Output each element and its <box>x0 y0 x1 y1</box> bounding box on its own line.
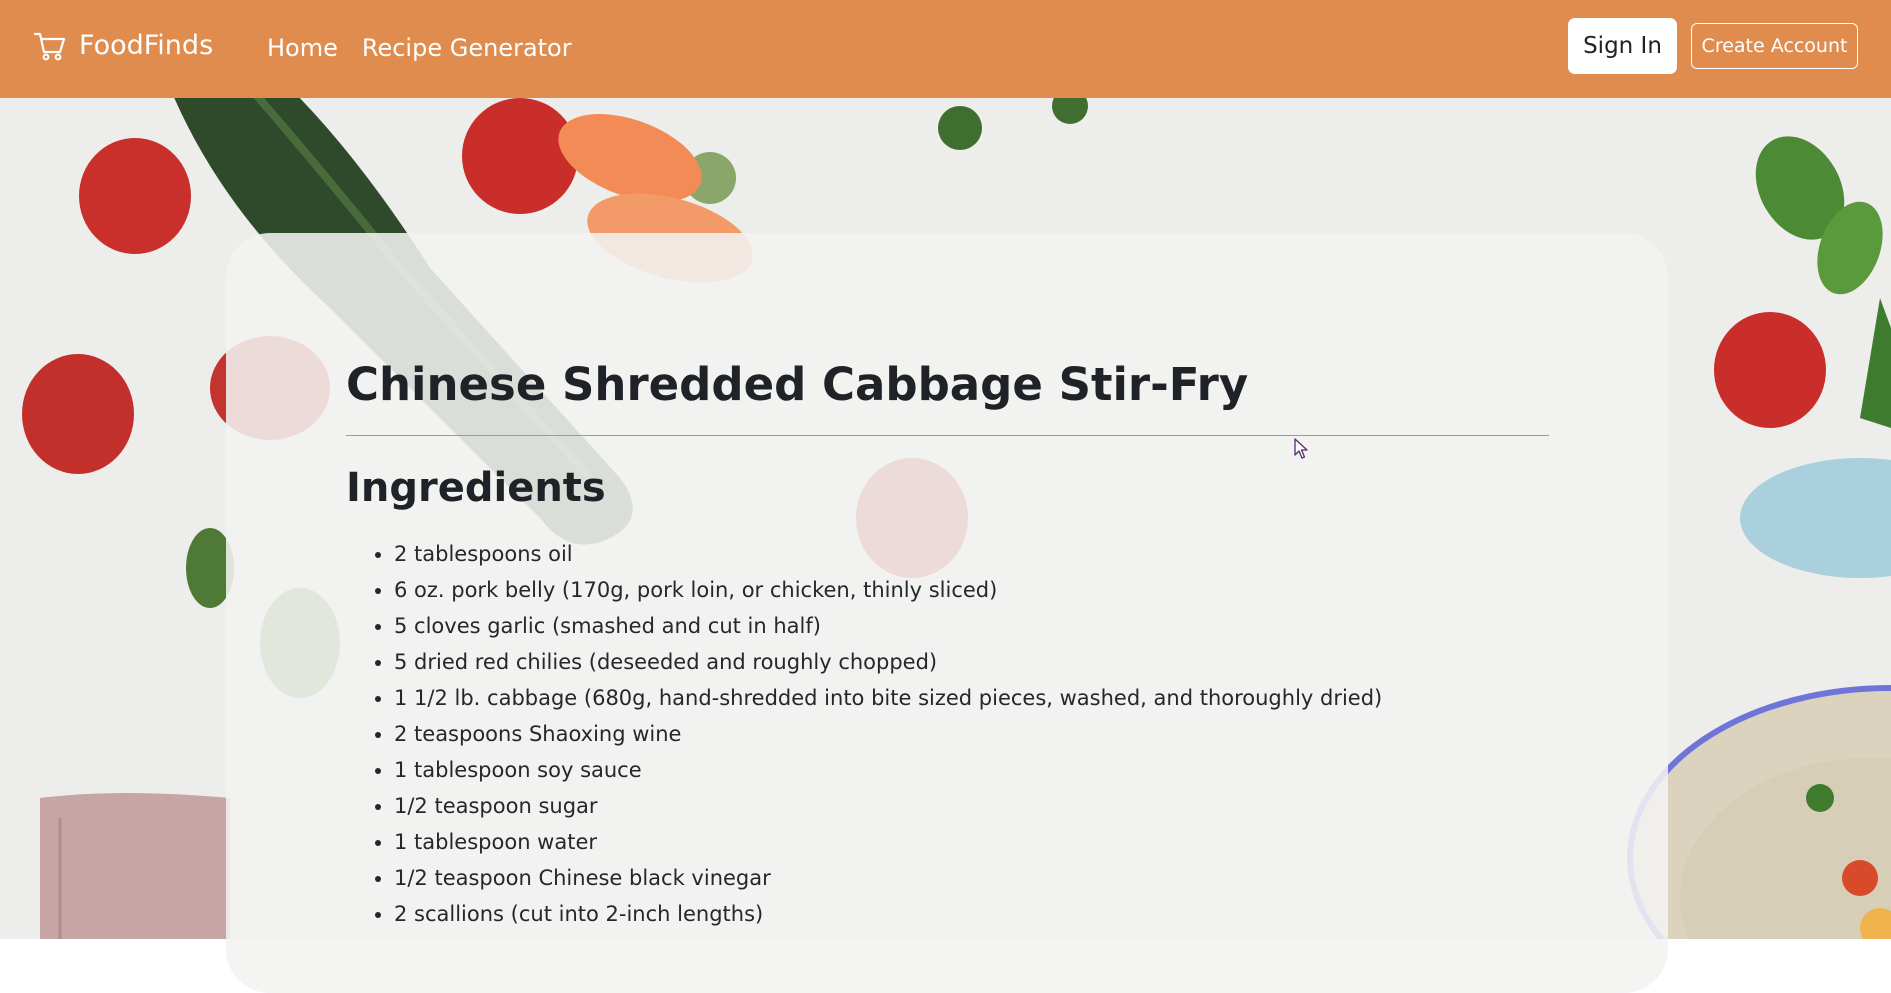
ingredient-item: 1/2 teaspoon Chinese black vinegar <box>394 860 1382 896</box>
ingredient-item: 2 tablespoons oil <box>394 536 1382 572</box>
mouse-pointer-icon <box>1294 438 1308 459</box>
nav-links: Home Recipe Generator <box>267 32 572 64</box>
ingredient-item: 1/2 teaspoon sugar <box>394 788 1382 824</box>
ingredient-item: 5 dried red chilies (deseeded and roughl… <box>394 644 1382 680</box>
ingredient-item: 6 oz. pork belly (170g, pork loin, or ch… <box>394 572 1382 608</box>
title-divider <box>346 435 1549 436</box>
brand-link[interactable]: FoodFinds <box>33 28 213 64</box>
sign-in-button[interactable]: Sign In <box>1568 18 1677 74</box>
ingredient-item: 1 tablespoon water <box>394 824 1382 860</box>
create-account-button[interactable]: Create Account <box>1691 23 1858 69</box>
ingredients-list: 2 tablespoons oil 6 oz. pork belly (170g… <box>346 536 1382 932</box>
nav-link-recipe-generator[interactable]: Recipe Generator <box>362 32 572 64</box>
nav-link-home[interactable]: Home <box>267 32 338 64</box>
cart-icon <box>33 32 66 61</box>
ingredient-item: 1 1/2 lb. cabbage (680g, hand-shredded i… <box>394 680 1382 716</box>
ingredients-heading: Ingredients <box>346 465 606 511</box>
navbar: FoodFinds Home Recipe Generator Sign In … <box>0 0 1891 98</box>
ingredient-item: 2 scallions (cut into 2-inch lengths) <box>394 896 1382 932</box>
ingredient-item: 1 tablespoon soy sauce <box>394 752 1382 788</box>
ingredient-item: 2 teaspoons Shaoxing wine <box>394 716 1382 752</box>
recipe-title: Chinese Shredded Cabbage Stir-Fry <box>346 358 1249 411</box>
ingredient-item: 5 cloves garlic (smashed and cut in half… <box>394 608 1382 644</box>
brand-name: FoodFinds <box>79 30 214 61</box>
